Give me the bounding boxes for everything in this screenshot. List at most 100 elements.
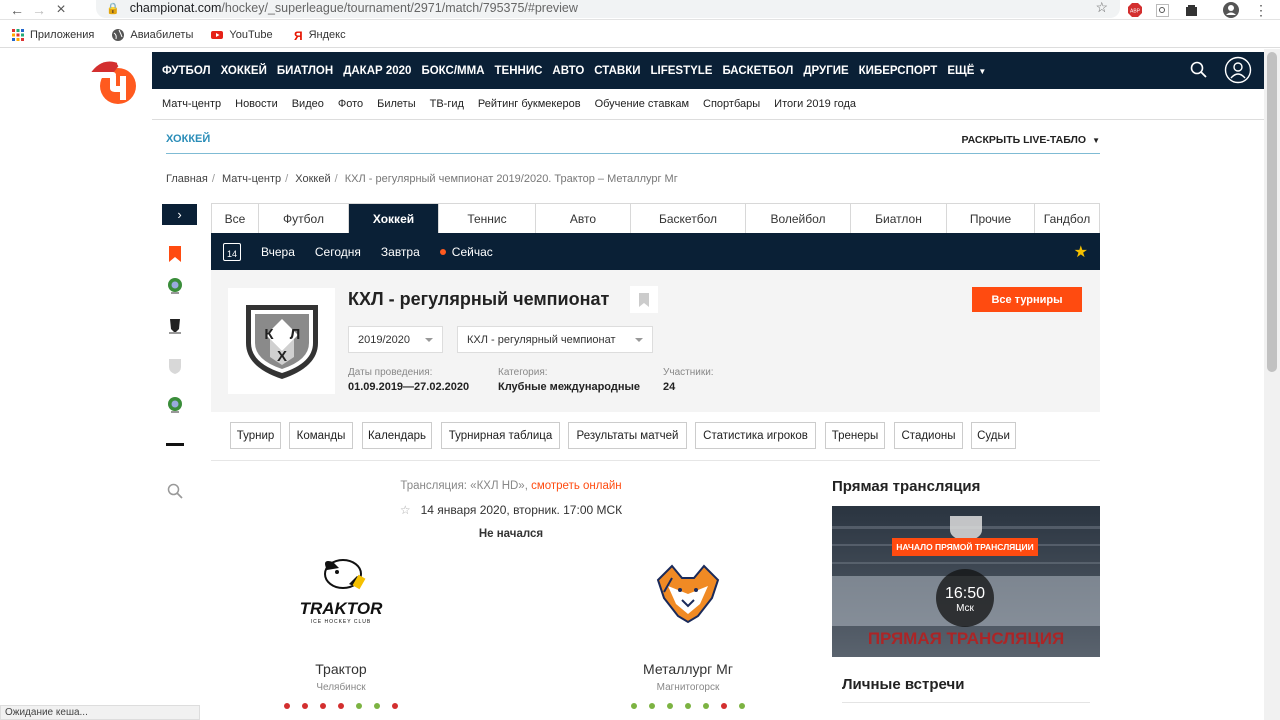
league-bar-icon[interactable] [164,434,186,454]
nav-tennis[interactable]: ТЕННИС [495,65,543,77]
category-label: Категория: [498,367,548,378]
nav-esports[interactable]: КИБЕРСПОРТ [859,65,938,77]
day-today[interactable]: Сегодня [315,245,361,259]
favorites-star-icon[interactable]: ★ [1074,242,1088,262]
tournament-links: Турнир Команды Календарь Турнирная табли… [211,413,1100,461]
profile-icon[interactable] [1222,0,1240,20]
nav-hockey[interactable]: ХОККЕЙ [221,65,267,77]
search-extension-icon[interactable] [1154,0,1170,20]
nav-boxing[interactable]: БОКС/ММА [421,65,484,77]
nav-basketball[interactable]: БАСКЕТБОЛ [722,65,793,77]
nav-bets[interactable]: СТАВКИ [594,65,640,77]
bookmark-apps[interactable]: Приложения [12,28,94,41]
tab-all[interactable]: Все [212,204,259,233]
subnav-video[interactable]: Видео [292,98,324,110]
link-referees[interactable]: Судьи [971,422,1016,449]
bookmark-yandex[interactable]: Я Яндекс [291,29,346,41]
link-coaches[interactable]: Тренеры [825,422,885,449]
address-bar[interactable]: 🔒 championat.com/hockey/_superleague/tou… [96,0,1120,18]
category-value: Клубные международные [498,381,641,393]
forward-icon[interactable]: → [28,0,50,20]
breadcrumb-hockey[interactable]: Хоккей [295,173,330,185]
breadcrumb-match-center[interactable]: Матч-центр [222,173,281,185]
form-dot [649,703,655,709]
bookmark-aviabilety[interactable]: Авиабилеты [112,28,193,41]
nav-dakar[interactable]: ДАКАР 2020 [343,65,411,77]
menu-icon[interactable]: ⋮ [1254,0,1268,20]
tab-football[interactable]: Футбол [259,204,349,233]
live-dot-icon [439,249,446,256]
subnav-sportbars[interactable]: Спортбары [703,98,760,110]
euro-2020-icon-alt[interactable] [164,395,186,415]
subnav-photo[interactable]: Фото [338,98,363,110]
nav-auto[interactable]: АВТО [552,65,584,77]
day-yesterday[interactable]: Вчера [261,245,295,259]
away-team-form [603,703,773,709]
nav-other[interactable]: ДРУГИЕ [803,65,848,77]
away-team[interactable]: Металлург Мг Магнитогорск [603,550,773,709]
nav-biathlon[interactable]: БИАТЛОН [277,65,333,77]
extension-icon[interactable] [1183,0,1199,20]
live-stream-banner[interactable]: НАЧАЛО ПРЯМОЙ ТРАНСЛЯЦИИ 16:50 Мск ПРЯМА… [832,506,1100,657]
scrollbar-thumb[interactable] [1267,52,1277,372]
breadcrumb-home[interactable]: Главная [166,173,208,185]
watch-online-link[interactable]: смотреть онлайн [531,480,622,492]
tournament-category: Категория: Клубные международные [498,367,640,393]
tab-biathlon[interactable]: Биатлон [851,204,947,233]
shield-icon[interactable] [164,356,186,376]
season-select[interactable]: 2019/2020 [348,326,443,353]
tab-hockey[interactable]: Хоккей [349,204,439,233]
tab-volleyball[interactable]: Волейбол [746,204,851,233]
traktor-logo-subtext: ICE HOCKEY CLUB [311,619,371,625]
bookmark-label: YouTube [229,28,273,41]
tab-other[interactable]: Прочие [947,204,1035,233]
nav-more[interactable]: ЕЩЁ ▼ [947,65,986,77]
all-tournaments-button[interactable]: Все турниры [972,287,1082,312]
bookmark-star-icon[interactable]: ☆ [1095,0,1108,16]
day-now[interactable]: Сейчас [439,245,493,259]
search-icon[interactable] [164,481,186,501]
stage-select[interactable]: КХЛ - регулярный чемпионат [457,326,653,353]
tab-auto[interactable]: Авто [536,204,631,233]
championat-logo[interactable] [84,54,140,110]
calendar-icon[interactable]: 14 [223,242,241,261]
live-scoreboard-toggle[interactable]: РАСКРЫТЬ LIVE-ТАБЛО ▼ [962,134,1100,146]
tab-basketball[interactable]: Баскетбол [631,204,746,233]
link-teams[interactable]: Команды [289,422,353,449]
stop-loading-icon[interactable]: × [50,0,72,20]
subnav-betting-school[interactable]: Обучение ставкам [595,98,689,110]
adblock-icon[interactable]: ABP [1127,0,1143,20]
section-title[interactable]: ХОККЕЙ [166,133,210,145]
tab-handball[interactable]: Гандбол [1035,204,1099,233]
bookmark-youtube[interactable]: YouTube [211,28,273,41]
search-icon[interactable] [1190,61,1208,79]
link-standings[interactable]: Турнирная таблица [441,422,560,449]
back-icon[interactable]: ← [6,0,28,20]
tab-tennis[interactable]: Теннис [439,204,536,233]
link-player-stats[interactable]: Статистика игроков [695,422,816,449]
day-selector: 14 Вчера Сегодня Завтра Сейчас ★ [211,233,1100,270]
link-tournament[interactable]: Турнир [230,422,281,449]
form-dot [356,703,362,709]
subnav-news[interactable]: Новости [235,98,278,110]
nav-football[interactable]: ФУТБОЛ [162,65,211,77]
league-logo-icon[interactable] [164,316,186,336]
home-team[interactable]: TRAKTOR ICE HOCKEY CLUB Трактор Челябинс… [256,550,426,709]
subnav-bookmakers[interactable]: Рейтинг букмекеров [478,98,581,110]
star-icon[interactable]: ☆ [400,503,411,517]
bookmark-icon[interactable] [164,244,186,264]
day-tomorrow[interactable]: Завтра [381,245,420,259]
add-bookmark-button[interactable] [630,286,658,313]
sport-tabs: Все Футбол Хоккей Теннис Авто Баскетбол … [211,203,1100,233]
link-calendar[interactable]: Календарь [362,422,432,449]
subnav-tv-guide[interactable]: ТВ-гид [430,98,464,110]
euro-2020-icon[interactable] [164,276,186,296]
subnav-results-2019[interactable]: Итоги 2019 года [774,98,856,110]
user-icon[interactable] [1224,56,1252,84]
subnav-tickets[interactable]: Билеты [377,98,415,110]
link-results[interactable]: Результаты матчей [568,422,687,449]
expand-rail-button[interactable]: › [162,204,197,225]
link-stadiums[interactable]: Стадионы [894,422,963,449]
subnav-match-center[interactable]: Матч-центр [162,98,221,110]
nav-lifestyle[interactable]: LIFESTYLE [650,65,712,77]
